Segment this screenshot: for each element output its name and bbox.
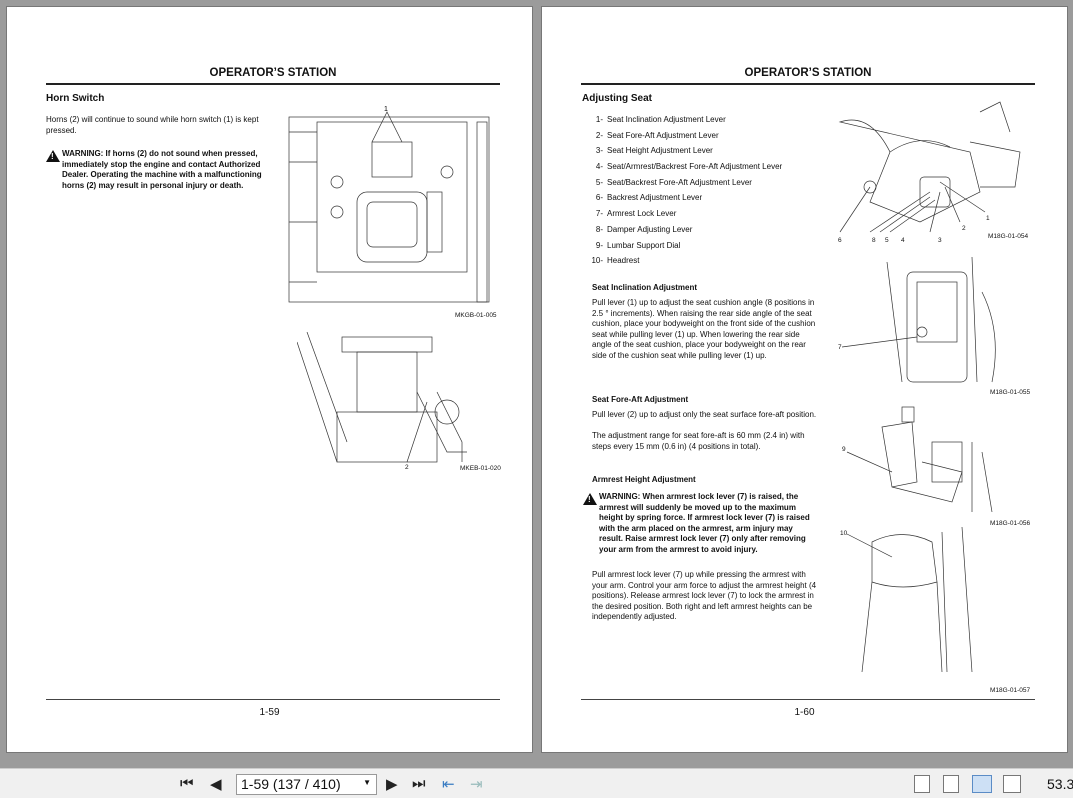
list-item: 8- Damper Adjusting Lever <box>595 224 693 234</box>
seat-lever-list: 1- Seat Inclination Adjustment Lever 2- Se… <box>591 115 782 272</box>
subsection-title: Seat Fore-Aft Adjustment <box>592 395 689 404</box>
subsection-title: Armrest Height Adjustment <box>592 475 696 484</box>
page-number: 1-59 <box>259 707 280 718</box>
figure-armrest-lever: 7 M18G-01-055 <box>832 252 1032 397</box>
zoom-level[interactable]: 53.3 <box>1047 776 1073 792</box>
go-forward-icon[interactable]: ⇥ <box>470 775 483 793</box>
warning-icon <box>46 150 60 163</box>
figure-id: M18G-01-055 <box>990 389 1031 396</box>
last-page-icon[interactable]: ⏭ <box>412 775 426 792</box>
previous-page-icon[interactable]: ◀ <box>210 775 222 793</box>
list-item: 3- Seat Height Adjustment Lever <box>595 146 713 156</box>
list-item: 7- Armrest Lock Lever <box>595 209 677 219</box>
list-item: 4- Seat/Armrest/Backrest Fore-Aft Adjustm… <box>595 162 783 172</box>
callout: 10 <box>840 530 848 537</box>
page-selector[interactable]: 1-59 (137 / 410) ▼ <box>236 774 377 795</box>
right-page: OPERATOR’S STATION Adjusting Seat 1- Seat… <box>541 6 1068 753</box>
two-page-view-icon[interactable] <box>972 775 992 793</box>
subsection-title: Seat Inclination Adjustment <box>592 283 698 292</box>
figure-lumbar-dial: 9 M18G-01-056 <box>832 402 1032 532</box>
page-number: 1-60 <box>794 707 815 718</box>
warning-icon <box>583 493 597 506</box>
list-item: 6- Backrest Adjustment Lever <box>595 193 703 203</box>
callout: 2 <box>962 225 966 232</box>
body-text: Pull armrest lock lever (7) up while pre… <box>592 570 817 622</box>
callout: 7 <box>838 344 842 351</box>
callout: 2 <box>405 464 409 471</box>
continuous-view-icon[interactable] <box>943 775 959 793</box>
viewer-toolbar: ⏮ ◀ 1-59 (137 / 410) ▼ ▶ ⏭ ⇤ ⇥ 53.3 <box>0 768 1073 798</box>
callout: 8 <box>872 237 876 244</box>
warning-block: WARNING: If horns (2) do not sound when … <box>46 149 278 191</box>
callout: 9 <box>842 446 846 453</box>
list-item: 10- Headrest <box>591 256 640 266</box>
left-page: OPERATOR’S STATION Horn Switch Horns (2)… <box>6 6 533 753</box>
page-field-value: 1-59 (137 / 410) <box>241 776 341 792</box>
warning-text: WARNING: When armrest lock lever (7) is … <box>599 492 810 554</box>
callout: 6 <box>838 237 842 244</box>
go-back-icon[interactable]: ⇤ <box>442 775 455 793</box>
warning-block: WARNING: When armrest lock lever (7) is … <box>583 492 818 556</box>
two-page-continuous-view-icon[interactable] <box>1003 775 1021 793</box>
next-page-icon[interactable]: ▶ <box>386 775 398 793</box>
callout: 1 <box>384 106 388 113</box>
figure-horn-location: 2 MKEB-01-020 <box>297 332 507 482</box>
header-rule <box>46 83 500 85</box>
section-title: Adjusting Seat <box>582 93 653 104</box>
body-text: Pull lever (1) up to adjust the seat cus… <box>592 298 816 360</box>
figure-id: M18G-01-054 <box>988 233 1029 240</box>
page-header: OPERATOR’S STATION <box>744 67 872 79</box>
body-text: The adjustment range for seat fore-aft i… <box>592 431 805 451</box>
warning-text: WARNING: If horns (2) do not sound when … <box>62 149 262 190</box>
list-item: 1- Seat Inclination Adjustment Lever <box>595 115 726 124</box>
callout: 1 <box>986 215 990 222</box>
list-item: 9- Lumbar Support Dial <box>595 240 681 250</box>
callout: 3 <box>938 237 942 244</box>
callout: 5 <box>885 237 889 244</box>
chevron-down-icon: ▼ <box>363 778 371 787</box>
single-page-view-icon[interactable] <box>914 775 930 793</box>
first-page-icon[interactable]: ⏮ <box>180 775 194 792</box>
body-text: Horns (2) will continue to sound while h… <box>46 115 259 135</box>
figure-seat-levers: 6 8 5 4 3 2 1 M18G-01-054 <box>830 92 1030 247</box>
footer-rule <box>581 699 1035 700</box>
figure-headrest: 10 M18G-01-057 <box>832 522 1032 694</box>
page-header: OPERATOR’S STATION <box>209 67 337 79</box>
figure-id: M18G-01-057 <box>990 687 1031 694</box>
section-title: Horn Switch <box>46 93 105 104</box>
body-text: Pull lever (2) up to adjust only the sea… <box>592 410 817 419</box>
figure-horn-switch: 1 MKGB-01-005 <box>287 102 497 319</box>
figure-id: MKEB-01-020 <box>460 465 501 472</box>
footer-rule <box>46 699 500 700</box>
figure-id: MKGB-01-005 <box>455 312 497 319</box>
list-item: 2- Seat Fore-Aft Adjustment Lever <box>595 130 719 140</box>
header-rule <box>581 83 1035 85</box>
callout: 4 <box>901 237 905 244</box>
list-item: 5- Seat/Backrest Fore-Aft Adjustment Leve… <box>595 177 752 187</box>
